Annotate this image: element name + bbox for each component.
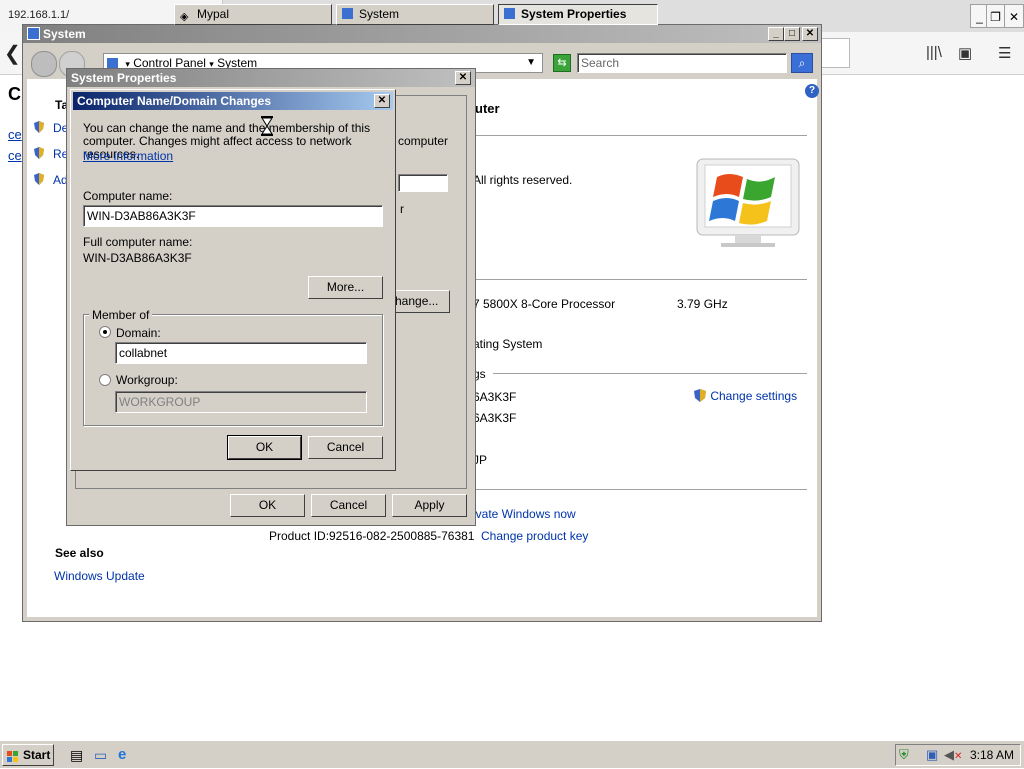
- page-heading-fragment: C: [8, 84, 21, 104]
- refresh-icon[interactable]: ⇆: [553, 54, 571, 72]
- product-id-label: Product ID:: [269, 529, 330, 543]
- system-properties-title-bar[interactable]: System Properties: [67, 69, 475, 87]
- windows-logo-icon: [695, 157, 801, 249]
- chevron-down-icon[interactable]: ▼: [526, 54, 536, 72]
- r-text-fragment: r: [400, 202, 404, 216]
- shield-icon: [694, 389, 706, 402]
- back-arrow-icon[interactable]: ❮: [4, 41, 21, 66]
- processor-speed: 3.79 GHz: [677, 297, 728, 311]
- computer-name-input[interactable]: WIN-D3AB86A3K3F: [83, 205, 383, 227]
- start-label: Start: [23, 748, 51, 762]
- shield-icon: [34, 147, 44, 159]
- search-placeholder: Search: [581, 56, 620, 70]
- system-properties-close-button[interactable]: ✕: [455, 71, 471, 85]
- computer-name-dialog-title-bar[interactable]: Computer Name/Domain Changes: [73, 92, 393, 110]
- quicklaunch-ie-icon[interactable]: e: [118, 746, 126, 763]
- menu-icon[interactable]: ☰: [998, 44, 1011, 62]
- sysprops-cancel-button[interactable]: Cancel: [311, 494, 386, 517]
- system-minimize-button[interactable]: _: [768, 27, 784, 41]
- domain-radio[interactable]: [99, 326, 111, 338]
- shield-icon: [34, 173, 44, 185]
- windows-flag-icon: [7, 749, 19, 762]
- taskbar-item-system-properties[interactable]: System Properties: [498, 4, 658, 25]
- workgroup-radio[interactable]: [99, 374, 111, 386]
- system-properties-title: System Properties: [71, 71, 177, 85]
- computer-name-dialog-title: Computer Name/Domain Changes: [77, 94, 272, 108]
- quicklaunch-server-icon[interactable]: ▤: [70, 747, 83, 764]
- mypal-icon: ◈: [180, 11, 189, 23]
- system-properties-icon: [504, 8, 515, 19]
- computer-name-fragment: 6A3K3F: [473, 390, 517, 404]
- more-information-link[interactable]: More information: [83, 149, 173, 163]
- os-type-text: ating System: [473, 337, 543, 351]
- workgroup-label: Workgroup:: [116, 373, 178, 387]
- browser-restore-icon[interactable]: ❐: [986, 4, 1005, 28]
- tray-network-icon[interactable]: ▣: [926, 747, 938, 763]
- control-panel-icon: [107, 58, 118, 68]
- browser-close-icon[interactable]: ✕: [1004, 4, 1024, 28]
- change-product-key-link[interactable]: Change product key: [481, 529, 588, 543]
- tray-shield-icon[interactable]: ⛨: [899, 747, 909, 763]
- taskbar-mypal-label: Mypal: [197, 7, 230, 21]
- rights-text: All rights reserved.: [473, 173, 573, 187]
- see-also-heading: See also: [55, 546, 104, 560]
- full-name-value: WIN-D3AB86A3K3F: [83, 251, 192, 265]
- hourglass-cursor-icon: [261, 116, 273, 136]
- domain-input[interactable]: collabnet: [115, 342, 367, 364]
- left-link-2[interactable]: ce: [8, 148, 22, 163]
- dialog-cancel-button[interactable]: Cancel: [308, 436, 383, 459]
- taskbar-system-properties-label: System Properties: [521, 7, 627, 21]
- description-field[interactable]: [398, 174, 448, 192]
- member-of-label: Member of: [89, 308, 153, 322]
- workgroup-input[interactable]: WORKGROUP: [115, 391, 367, 413]
- search-input[interactable]: Search: [577, 53, 787, 73]
- system-window-title: System: [43, 27, 86, 41]
- computer-name-label: Computer name:: [83, 189, 173, 203]
- system-maximize-button[interactable]: □: [784, 27, 800, 41]
- change-settings-link[interactable]: Change settings: [693, 388, 797, 403]
- search-icon[interactable]: ⌕: [791, 53, 813, 73]
- system-window-icon: [27, 27, 40, 40]
- computer-name-dialog: Computer Name/Domain Changes ✕ You can c…: [70, 89, 396, 471]
- more-button[interactable]: More...: [308, 276, 383, 299]
- windows-update-link[interactable]: Windows Update: [54, 569, 145, 583]
- heading-fragment: uter: [475, 101, 500, 116]
- left-link-1[interactable]: ce: [8, 127, 22, 142]
- system-close-button[interactable]: ✕: [802, 27, 818, 41]
- shield-icon: [34, 121, 44, 133]
- full-name-label: Full computer name:: [83, 235, 193, 249]
- taskbar-system-label: System: [359, 7, 400, 21]
- quicklaunch-desktop-icon[interactable]: ▭: [94, 747, 107, 764]
- sysprops-ok-button[interactable]: OK: [230, 494, 305, 517]
- taskbar: [0, 740, 1024, 768]
- dialog-ok-button[interactable]: OK: [227, 435, 302, 460]
- radio-dot-icon: [103, 330, 107, 334]
- taskbar-item-mypal[interactable]: Mypal ◈: [174, 4, 332, 25]
- activate-windows-link[interactable]: ivate Windows now: [473, 507, 576, 521]
- nav-back-button[interactable]: [31, 51, 57, 77]
- tab-title: 192.168.1.1/: [8, 9, 70, 21]
- help-icon[interactable]: ?: [805, 84, 819, 98]
- dialog-close-button[interactable]: ✕: [374, 94, 390, 108]
- sysprops-apply-button[interactable]: Apply: [392, 494, 467, 517]
- change-button[interactable]: hange...: [394, 290, 450, 313]
- product-id-value: 92516-082-2500885-76381: [329, 529, 475, 543]
- start-button[interactable]: Start: [2, 744, 54, 766]
- computer-text-fragment: computer: [398, 134, 449, 148]
- clock[interactable]: 3:18 AM: [970, 748, 1014, 762]
- library-icon[interactable]: |||\: [926, 44, 942, 61]
- processor-text: 7 5800X 8-Core Processor: [473, 297, 616, 311]
- change-settings-label: Change settings: [710, 389, 798, 403]
- domain-label: Domain:: [116, 326, 161, 340]
- system-title-bar[interactable]: System: [23, 25, 821, 43]
- tray-volume-muted-icon[interactable]: ◀✕: [944, 747, 962, 763]
- sidebar-icon[interactable]: ▣: [958, 44, 972, 62]
- taskbar-item-system[interactable]: System: [336, 4, 494, 25]
- system-icon: [342, 8, 353, 19]
- full-name-fragment: 6A3K3F: [473, 411, 517, 425]
